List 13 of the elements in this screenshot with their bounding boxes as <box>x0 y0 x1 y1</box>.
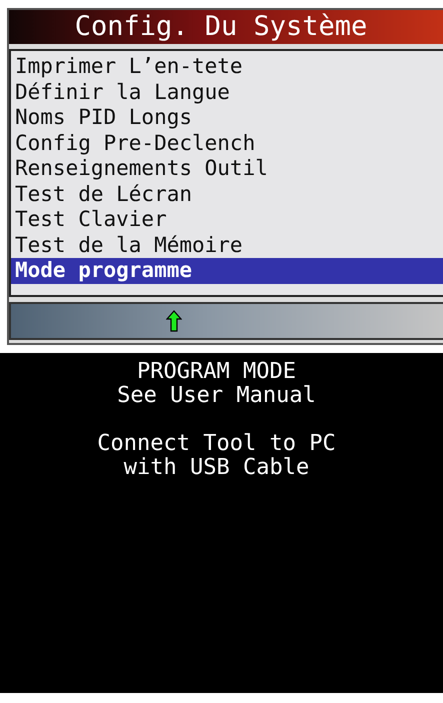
menu-item[interactable]: Test de la Mémoire <box>11 232 443 258</box>
message-text: PROGRAM MODE See User Manual <box>116 360 317 408</box>
menu-item[interactable]: Imprimer L’en-tete <box>11 54 443 80</box>
menu-item[interactable]: Test Clavier <box>11 207 443 232</box>
menu-item[interactable]: Noms PID Longs <box>11 105 443 130</box>
window-title: Config. Du Système <box>9 10 443 44</box>
menu-item[interactable]: Config Pre-Declench <box>11 130 443 156</box>
menu-item[interactable]: Renseignements Outil <box>11 156 443 182</box>
message-text: Connect Tool to PC with USB Cable <box>96 432 337 480</box>
menu-item[interactable]: Test de Lécran <box>11 182 443 207</box>
menu-item[interactable]: Définir la Langue <box>11 80 443 105</box>
menu-item[interactable]: Mode programme <box>11 258 443 284</box>
up-arrow-icon[interactable] <box>166 310 182 332</box>
